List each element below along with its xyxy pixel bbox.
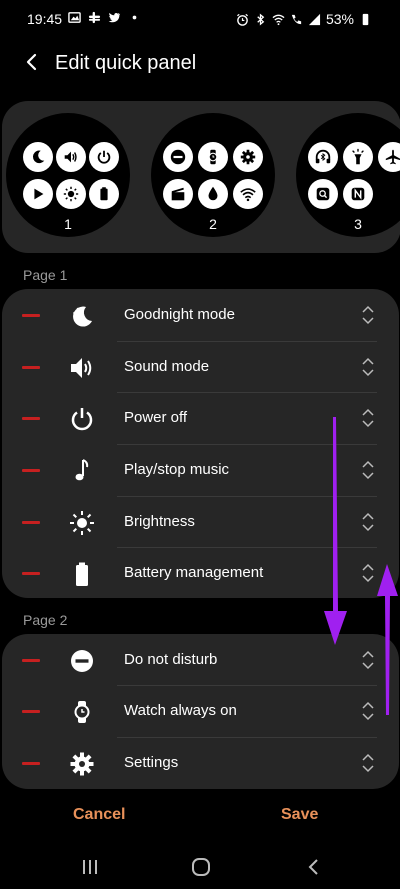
home-icon[interactable]	[190, 856, 212, 878]
page-2-list: Do not disturb Watch always on Settings	[2, 634, 399, 789]
preview-page-2[interactable]: 2	[151, 113, 275, 237]
item-label: Sound mode	[124, 358, 210, 375]
section-label-page-2: Page 2	[23, 612, 68, 628]
page-title: Edit quick panel	[55, 52, 197, 74]
item-label: Battery management	[124, 564, 264, 581]
item-label: Goodnight mode	[124, 306, 235, 323]
image-icon	[68, 12, 81, 23]
remove-button[interactable]	[22, 314, 40, 317]
navigation-bar	[0, 845, 400, 889]
gear-icon	[70, 752, 94, 776]
annotation-arrow-up	[377, 564, 398, 715]
flashlight-icon	[343, 142, 373, 172]
back-nav-icon[interactable]	[303, 856, 325, 878]
wifi-icon	[272, 14, 285, 25]
status-bar: 19:45 53%	[0, 0, 400, 40]
section-label-page-1: Page 1	[23, 267, 68, 283]
airplane-icon	[378, 142, 400, 172]
header: Edit quick panel	[0, 40, 400, 88]
nfc-icon	[343, 179, 373, 209]
list-item[interactable]: Goodnight mode	[2, 289, 399, 341]
reorder-handle-icon[interactable]	[360, 511, 376, 533]
watch-icon	[198, 142, 228, 172]
preview-page-3[interactable]: 3	[296, 113, 400, 237]
reorder-handle-icon[interactable]	[360, 752, 376, 774]
preview-page-1[interactable]: 1	[6, 113, 130, 237]
power-icon	[71, 408, 93, 431]
battery-percent: 53%	[325, 11, 354, 27]
remove-button[interactable]	[22, 366, 40, 369]
preview-page-number: 3	[354, 216, 362, 232]
signal-icon	[308, 13, 321, 25]
gear-icon	[233, 142, 263, 172]
moon-icon	[23, 142, 53, 172]
dot-icon	[132, 15, 137, 20]
reorder-handle-icon[interactable]	[360, 407, 376, 429]
annotation-arrow-down	[324, 417, 347, 645]
power-icon	[89, 142, 119, 172]
recents-icon[interactable]	[79, 856, 101, 878]
brightness-icon	[56, 179, 86, 209]
twitter-icon	[108, 12, 121, 23]
music-note-icon	[75, 459, 89, 481]
clapper-icon	[163, 179, 193, 209]
play-icon	[23, 179, 53, 209]
remove-button[interactable]	[22, 521, 40, 524]
reorder-handle-icon[interactable]	[360, 356, 376, 378]
remove-button[interactable]	[22, 572, 40, 575]
item-label: Settings	[124, 754, 179, 771]
bluetooth-icon	[257, 12, 265, 26]
moon-icon	[73, 306, 92, 327]
watch-icon	[74, 701, 90, 723]
water-drop-icon	[198, 179, 228, 209]
minus-circle-icon	[71, 650, 93, 672]
battery-icon	[76, 562, 88, 586]
slack-icon	[88, 11, 101, 24]
preview-page-number: 1	[64, 216, 72, 232]
volume-icon	[71, 358, 92, 378]
remove-button[interactable]	[22, 469, 40, 472]
remove-button[interactable]	[22, 417, 40, 420]
item-label: Brightness	[124, 513, 195, 530]
item-label: Do not disturb	[124, 651, 218, 668]
reorder-handle-icon[interactable]	[360, 459, 376, 481]
item-label: Watch always on	[124, 702, 237, 719]
minus-circle-icon	[163, 142, 193, 172]
remove-button[interactable]	[22, 710, 40, 713]
preview-page-number: 2	[209, 216, 217, 232]
list-item[interactable]: Watch always on	[2, 685, 399, 737]
reorder-handle-icon[interactable]	[360, 304, 376, 326]
cancel-button[interactable]: Cancel	[73, 806, 125, 824]
wifi-icon	[233, 179, 263, 209]
battery-icon	[89, 179, 119, 209]
save-button[interactable]: Save	[281, 806, 318, 824]
volume-icon	[56, 142, 86, 172]
remove-button[interactable]	[22, 659, 40, 662]
item-label: Power off	[124, 409, 188, 426]
brightness-icon	[70, 511, 94, 535]
wifi-call-icon	[291, 14, 302, 24]
search-app-icon	[308, 179, 338, 209]
list-item[interactable]: Settings	[2, 737, 399, 789]
status-time: 19:45	[27, 11, 63, 27]
quick-panel-preview: 1 2 3	[2, 101, 400, 253]
headphone-bluetooth-icon	[308, 142, 338, 172]
item-label: Play/stop music	[124, 461, 230, 478]
alarm-icon	[236, 13, 248, 26]
remove-button[interactable]	[22, 762, 40, 765]
list-item[interactable]: Sound mode	[2, 341, 399, 393]
back-button[interactable]	[18, 48, 46, 76]
battery-icon	[362, 13, 369, 25]
